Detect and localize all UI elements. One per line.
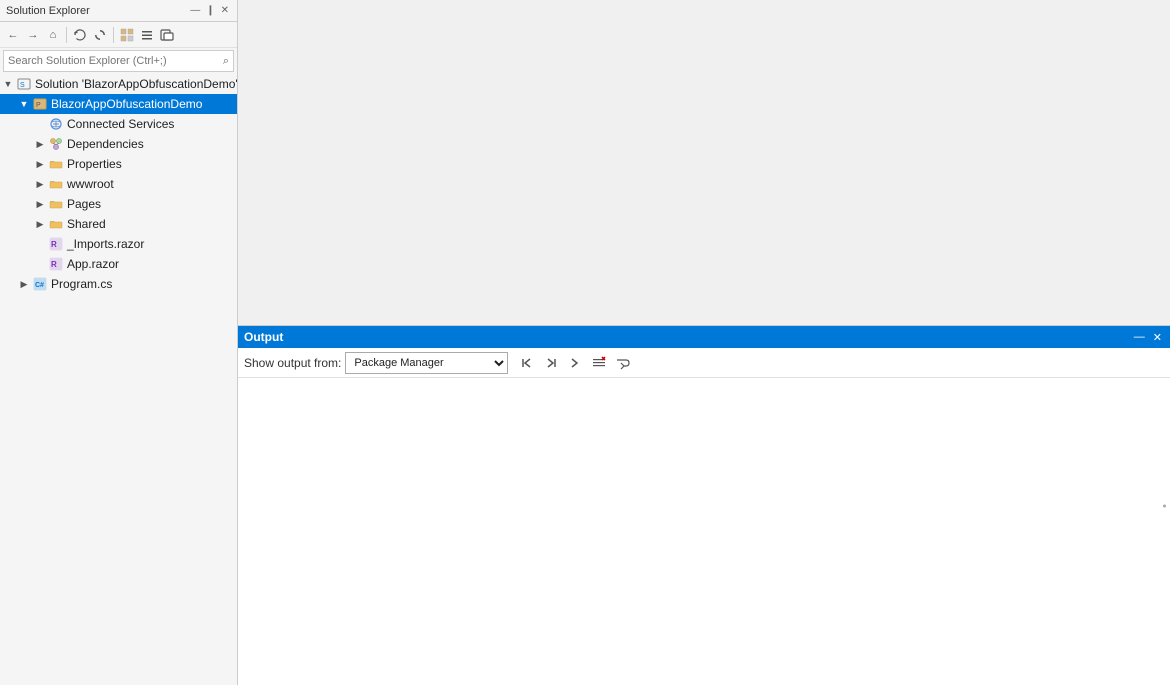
imports-razor-label: _Imports.razor [67,237,144,251]
search-button[interactable]: ⌕ [219,53,233,70]
forward-button[interactable]: → [24,26,42,44]
tree-item-properties[interactable]: ▶ Properties [0,154,237,174]
expand-arrow-solution: ▼ [0,76,16,92]
go-to-previous-message-button[interactable] [516,352,538,374]
search-bar: ⌕ [3,50,234,72]
svg-text:S: S [20,82,25,89]
clear-all-button[interactable] [588,352,610,374]
output-auto-hide-icon[interactable]: ― [1132,330,1147,344]
close-panel-icon[interactable]: ✕ [219,4,231,17]
output-title-icons: ― ✕ [1132,330,1164,345]
title-bar-icons: ― ❙ ✕ [188,4,231,17]
tree-item-dependencies[interactable]: ▶ Dependencies [0,134,237,154]
connected-services-label: Connected Services [67,117,174,131]
pin-icon[interactable]: ― [188,4,202,17]
sync-button[interactable] [71,26,89,44]
project-label: BlazorAppObfuscationDemo [51,97,202,111]
solution-tree: ▼ S Solution 'BlazorAppObfuscationDemo' … [0,74,237,685]
properties-button[interactable] [138,26,156,44]
expand-arrow-shared: ▶ [32,216,48,232]
svg-text:R: R [51,240,57,249]
wwwroot-folder-icon [48,176,64,192]
tree-item-connected-services[interactable]: ▶ Connected Services [0,114,237,134]
search-input[interactable] [4,55,219,67]
resize-handle[interactable] [1163,504,1166,507]
main-area: Output ― ✕ Show output from: Package Man… [238,0,1170,685]
svg-text:P: P [36,102,41,109]
program-cs-label: Program.cs [51,277,112,291]
solution-icon: S [16,76,32,92]
toolbar-sep-1 [66,27,67,43]
svg-text:R: R [51,260,57,269]
output-title-bar: Output ― ✕ [238,326,1170,348]
back-button[interactable]: ← [4,26,22,44]
solution-label: Solution 'BlazorAppObfuscationDemo' [35,77,237,91]
pages-folder-icon [48,196,64,212]
tree-item-app-razor[interactable]: ▶ R App.razor [0,254,237,274]
tree-item-pages[interactable]: ▶ Pages [0,194,237,214]
tree-item-program-cs[interactable]: ▶ C# Program.cs [0,274,237,294]
expand-arrow-dependencies: ▶ [32,136,48,152]
app-razor-label: App.razor [67,257,119,271]
output-source-select[interactable]: Package Manager Build Debug Package Mana… [345,352,508,374]
output-panel: Output ― ✕ Show output from: Package Man… [238,325,1170,685]
tree-item-solution[interactable]: ▼ S Solution 'BlazorAppObfuscationDemo' [0,74,237,94]
program-cs-icon: C# [32,276,48,292]
refresh-button[interactable] [91,26,109,44]
output-title: Output [244,330,283,344]
tree-item-imports-razor[interactable]: ▶ R _Imports.razor [0,234,237,254]
new-solution-explorer-button[interactable] [158,26,176,44]
dependencies-icon [48,136,64,152]
main-content [238,0,1170,325]
go-to-build-error-button[interactable] [564,352,586,374]
go-to-next-message-button[interactable] [540,352,562,374]
output-close-icon[interactable]: ✕ [1151,330,1164,345]
dependencies-label: Dependencies [67,137,144,151]
tree-item-shared[interactable]: ▶ Shared [0,214,237,234]
toolbar-sep-2 [113,27,114,43]
wwwroot-label: wwwroot [67,177,114,191]
output-content [238,378,1170,685]
expand-arrow-wwwroot: ▶ [32,176,48,192]
expand-arrow-project: ▼ [16,96,32,112]
imports-razor-icon: R [48,236,64,252]
expand-arrow-pages: ▶ [32,196,48,212]
show-all-files-button[interactable] [118,26,136,44]
tree-item-project[interactable]: ▼ P BlazorAppObfuscationDemo [0,94,237,114]
solution-explorer: Solution Explorer ― ❙ ✕ ← → ⌂ ⌕ [0,0,238,685]
output-toolbar-buttons [516,352,634,374]
panel-title: Solution Explorer [6,5,90,17]
expand-arrow-properties: ▶ [32,156,48,172]
properties-folder-icon [48,156,64,172]
toggle-word-wrap-button[interactable] [612,352,634,374]
svg-text:C#: C# [35,282,44,289]
home-button[interactable]: ⌂ [44,26,62,44]
pin-auto-hide-icon[interactable]: ❙ [204,4,216,17]
tree-item-wwwroot[interactable]: ▶ wwwroot [0,174,237,194]
panel-title-bar: Solution Explorer ― ❙ ✕ [0,0,237,22]
output-toolbar: Show output from: Package Manager Build … [238,348,1170,378]
pages-label: Pages [67,197,101,211]
shared-label: Shared [67,217,106,231]
connected-services-icon [48,116,64,132]
solution-explorer-toolbar: ← → ⌂ [0,22,237,48]
app-razor-icon: R [48,256,64,272]
show-output-from-label: Show output from: [244,356,341,370]
project-icon: P [32,96,48,112]
shared-folder-icon [48,216,64,232]
properties-label: Properties [67,157,122,171]
expand-arrow-program: ▶ [16,276,32,292]
